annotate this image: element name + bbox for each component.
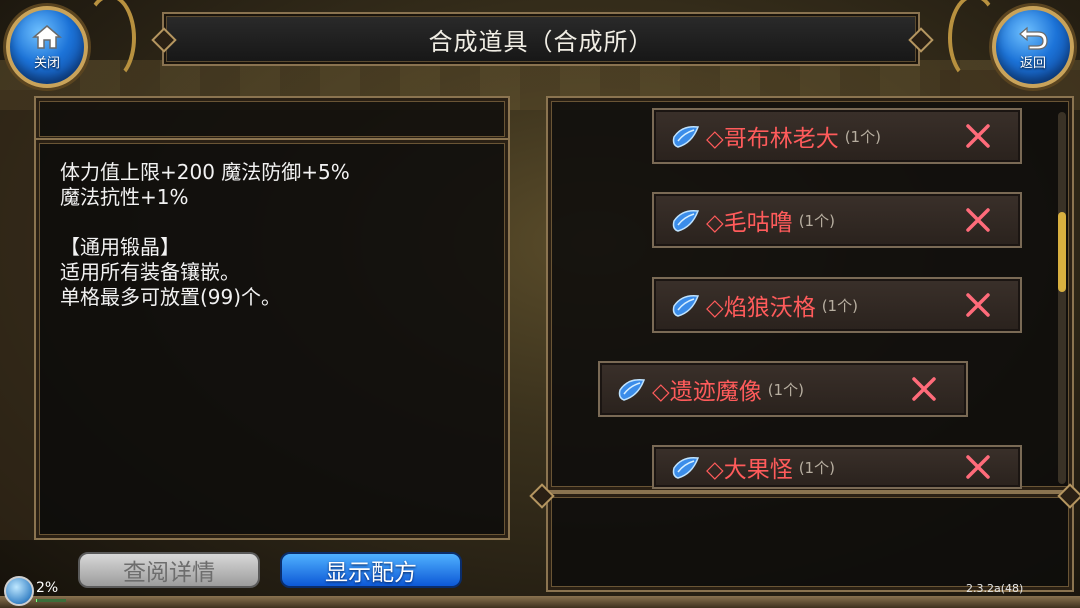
item-name: ◇遗迹魔像	[652, 379, 762, 405]
show-recipe-button[interactable]: 显示配方	[280, 552, 462, 588]
blue-crystal-icon	[672, 125, 700, 148]
close-label: 关闭	[33, 55, 60, 71]
scrollbar-thumb[interactable]	[1058, 212, 1066, 292]
close-x-icon[interactable]	[964, 122, 992, 150]
description-header-bar	[34, 96, 510, 142]
item-quantity: (1个)	[798, 458, 835, 477]
game-screen: 合成道具（合成所） 关闭 返回 体力值上限+200 魔法防御+5% 魔法抗性+1…	[0, 0, 1080, 608]
close-x-icon[interactable]	[910, 375, 938, 403]
item-name: ◇哥布林老大	[706, 126, 839, 152]
item-name: ◇焰狼沃格	[706, 295, 816, 321]
blue-crystal-icon	[672, 456, 700, 479]
list-item[interactable]: ◇遗迹魔像 (1个)	[598, 361, 968, 417]
recipe-result-panel	[546, 492, 1074, 592]
view-details-button[interactable]: 查阅详情	[78, 552, 260, 588]
back-button[interactable]: 返回	[992, 6, 1074, 88]
close-button[interactable]: 关闭	[6, 6, 88, 88]
close-x-icon[interactable]	[964, 206, 992, 234]
item-name: ◇毛咕噜	[706, 210, 793, 236]
item-quantity: (1个)	[767, 380, 804, 399]
window-title: 合成道具（合成所）	[428, 27, 654, 56]
close-x-icon[interactable]	[964, 453, 992, 481]
list-item[interactable]: ◇毛咕噜 (1个)	[652, 192, 1022, 248]
item-quantity: (1个)	[821, 296, 858, 315]
loading-progress-bar	[36, 599, 66, 602]
item-name: ◇大果怪	[706, 457, 793, 483]
list-scrollbar[interactable]	[1058, 112, 1066, 484]
loading-icon	[4, 576, 34, 606]
blue-crystal-icon	[672, 294, 700, 317]
loading-percent: 2%	[36, 580, 59, 596]
title-bar: 合成道具（合成所）	[162, 12, 920, 66]
blue-crystal-icon	[672, 209, 700, 232]
item-description: 体力值上限+200 魔法防御+5% 魔法抗性+1% 【通用锻晶】 适用所有装备镶…	[60, 160, 350, 309]
close-x-icon[interactable]	[964, 291, 992, 319]
version-label: 2.3.2a(48)	[966, 582, 1024, 595]
bottom-frame-rail	[0, 596, 1080, 608]
list-item[interactable]: ◇焰狼沃格 (1个)	[652, 277, 1022, 333]
return-arrow-icon	[1019, 26, 1048, 50]
item-quantity: (1个)	[798, 211, 835, 230]
home-icon	[32, 24, 62, 49]
item-quantity: (1个)	[844, 127, 881, 146]
list-item[interactable]: ◇大果怪 (1个)	[652, 445, 1022, 489]
blue-crystal-icon	[618, 378, 646, 401]
loading-progress-fill	[36, 599, 37, 602]
list-item[interactable]: ◇哥布林老大 (1个)	[652, 108, 1022, 164]
back-label: 返回	[1019, 55, 1046, 71]
